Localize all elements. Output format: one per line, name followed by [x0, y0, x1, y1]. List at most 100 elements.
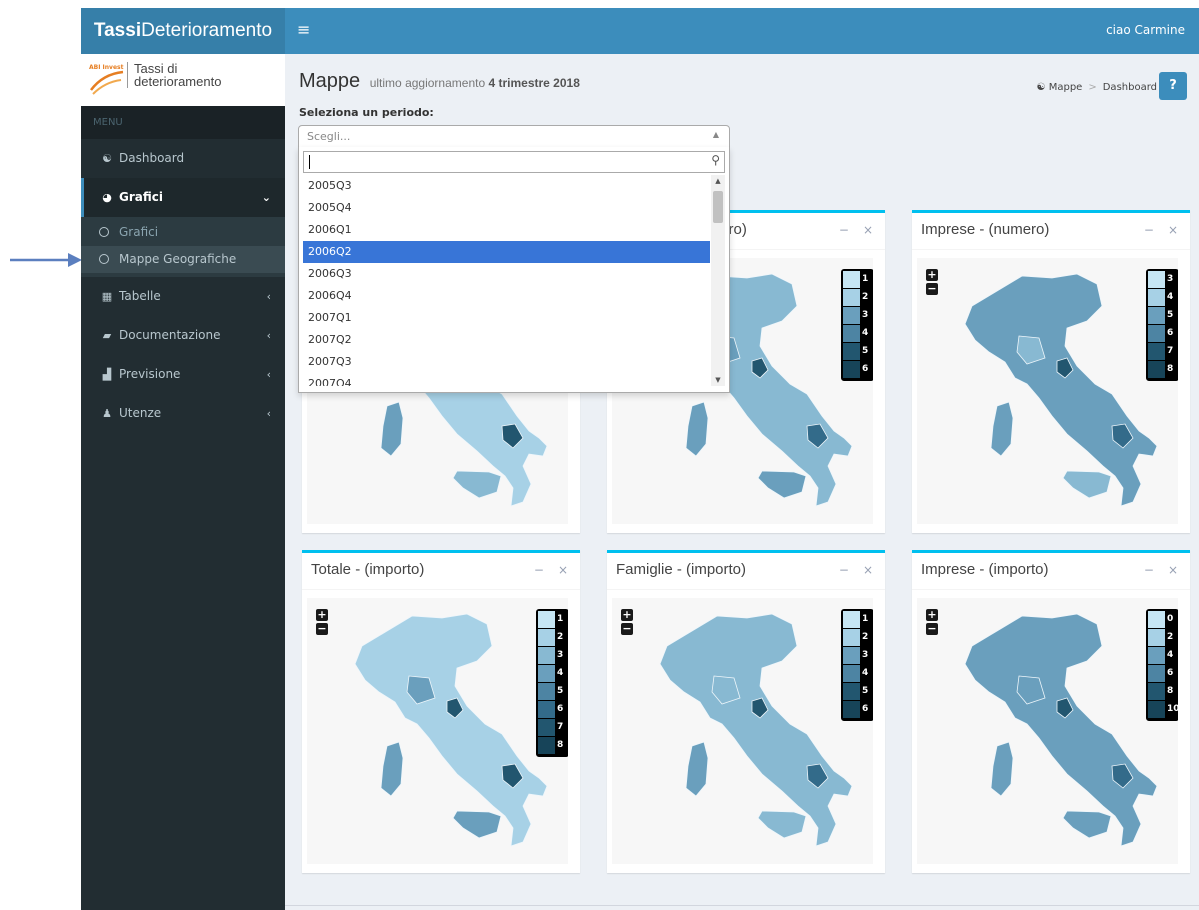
close-icon[interactable]: ×: [558, 563, 568, 577]
sidebar-item-grafici[interactable]: ◕ Grafici ⌄: [81, 178, 285, 217]
zoom-out-button[interactable]: −: [621, 623, 633, 635]
sardinia-region[interactable]: [990, 741, 1014, 797]
sidebar-item-documentazione[interactable]: ▰ Documentazione ‹: [81, 316, 285, 355]
legend-item: 8: [1148, 683, 1177, 700]
legend-item: 10: [1148, 701, 1178, 718]
choropleth-map[interactable]: + −3 4 5 6 7 8: [917, 258, 1178, 524]
legend-value: 8: [1167, 686, 1174, 696]
choropleth-map[interactable]: +−123456: [612, 598, 873, 864]
sidebar-item-label: Previsione: [119, 367, 181, 381]
option-item[interactable]: 2006Q4: [303, 285, 710, 307]
brand-logo[interactable]: TassiDeterioramento: [81, 8, 285, 54]
legend-item: 4: [1148, 647, 1177, 664]
option-item[interactable]: 2005Q4: [303, 197, 710, 219]
option-item[interactable]: 2007Q2: [303, 329, 710, 351]
legend-swatch: [1148, 361, 1165, 378]
close-icon[interactable]: ×: [863, 563, 873, 577]
legend-item: 5: [538, 683, 567, 700]
zoom-out-button[interactable]: −: [316, 623, 328, 635]
legend-swatch: [1148, 665, 1165, 682]
legend-swatch: [538, 701, 555, 718]
peninsula-region[interactable]: [659, 613, 853, 847]
legend-swatch: [843, 361, 860, 378]
breadcrumb-item-mappe[interactable]: Mappe: [1049, 82, 1083, 93]
zoom-in-button[interactable]: +: [621, 609, 633, 621]
peninsula-region[interactable]: [964, 273, 1158, 507]
option-item[interactable]: 2007Q4: [303, 373, 710, 386]
legend-swatch: [843, 647, 860, 664]
sidebar-item-previsione[interactable]: ▟ Previsione ‹: [81, 355, 285, 394]
help-button[interactable]: ?: [1159, 72, 1187, 100]
zoom-out-button[interactable]: −: [926, 623, 938, 635]
sardinia-region[interactable]: [990, 401, 1014, 457]
close-icon[interactable]: ×: [1168, 563, 1178, 577]
sardinia-region[interactable]: [685, 401, 709, 457]
sidebar-item-tabelle[interactable]: ▦ Tabelle ‹: [81, 277, 285, 316]
option-item[interactable]: 2007Q3: [303, 351, 710, 373]
sidebar-item-dashboard[interactable]: ☯ Dashboard: [81, 139, 285, 178]
minimize-icon[interactable]: −: [1144, 563, 1154, 577]
scroll-up-icon[interactable]: ▲: [711, 177, 725, 185]
minimize-icon[interactable]: −: [839, 223, 849, 237]
dashboard-icon: ☯: [102, 152, 112, 165]
logo-mark: ABI Invest: [89, 64, 125, 96]
legend-swatch: [538, 647, 555, 664]
peninsula-region[interactable]: [964, 613, 1158, 847]
dropdown-scrollbar[interactable]: ▲ ▼: [711, 175, 725, 386]
footer-divider: [285, 905, 1199, 906]
peninsula-region[interactable]: [354, 613, 548, 847]
sardinia-region[interactable]: [380, 741, 404, 797]
legend-swatch: [538, 683, 555, 700]
user-icon: ♟: [102, 407, 112, 420]
option-item[interactable]: 2007Q1: [303, 307, 710, 329]
sicily-region[interactable]: [1062, 810, 1112, 839]
legend-value: 6: [1167, 668, 1174, 678]
dashboard-icon: ☯: [1036, 82, 1046, 93]
sicily-region[interactable]: [1062, 470, 1112, 499]
scroll-down-icon[interactable]: ▼: [711, 376, 725, 384]
sardinia-region[interactable]: [685, 741, 709, 797]
map-panel: Imprese - (importo) − × + −0 2 4 6 8 10: [912, 550, 1190, 873]
submenu-item-mappe-geografiche[interactable]: Mappe Geografiche: [81, 246, 285, 273]
zoom-in-button[interactable]: +: [316, 609, 328, 621]
option-item[interactable]: 2006Q3: [303, 263, 710, 285]
minimize-icon[interactable]: −: [1144, 223, 1154, 237]
sicily-region[interactable]: [757, 470, 807, 499]
minimize-icon[interactable]: −: [534, 563, 544, 577]
option-item-highlighted[interactable]: 2006Q2: [303, 241, 710, 263]
legend-item: 3: [1148, 271, 1177, 288]
choropleth-map[interactable]: + −1 2 3 4 5 6 7 8: [307, 598, 568, 864]
zoom-in-button[interactable]: +: [926, 269, 938, 281]
period-select[interactable]: Scegli... ▲: [298, 125, 730, 149]
minimize-icon[interactable]: −: [839, 563, 849, 577]
option-item[interactable]: 2006Q1: [303, 219, 710, 241]
submenu-item-grafici[interactable]: Grafici: [81, 219, 285, 246]
period-search-input[interactable]: ⚲: [303, 151, 725, 173]
choropleth-map[interactable]: + −0 2 4 6 8 10: [917, 598, 1178, 864]
panel-tools: −×: [520, 563, 568, 577]
panel-divider: [607, 589, 885, 590]
breadcrumb: ☯ Mappe > Dashboard: [1037, 82, 1157, 93]
panel-title: Imprese - (numero): [921, 221, 1050, 238]
legend-value: 6: [557, 704, 564, 714]
option-item[interactable]: 2005Q3: [303, 175, 710, 197]
zoom-in-button[interactable]: +: [926, 609, 938, 621]
close-icon[interactable]: ×: [863, 223, 873, 237]
scrollbar-thumb[interactable]: [713, 191, 723, 223]
panel-tools: −×: [1130, 223, 1178, 237]
legend-value: 3: [1167, 274, 1174, 284]
close-icon[interactable]: ×: [1168, 223, 1178, 237]
sicily-region[interactable]: [452, 470, 502, 499]
sicily-region[interactable]: [757, 810, 807, 839]
breadcrumb-item-dashboard[interactable]: Dashboard: [1103, 82, 1157, 93]
legend-item: 2: [1148, 629, 1177, 646]
sidebar-item-utenze[interactable]: ♟ Utenze ‹: [81, 394, 285, 433]
period-options: 2005Q3 2005Q4 2006Q1 2006Q2 2006Q3 2006Q…: [303, 175, 710, 386]
legend-item: 4: [1148, 289, 1177, 306]
sardinia-region[interactable]: [380, 401, 404, 457]
sicily-region[interactable]: [452, 810, 502, 839]
menu-toggle-icon[interactable]: ≡: [297, 22, 310, 38]
legend-item: 3: [843, 647, 872, 664]
user-greeting[interactable]: ciao Carmine: [1106, 23, 1185, 37]
zoom-out-button[interactable]: −: [926, 283, 938, 295]
